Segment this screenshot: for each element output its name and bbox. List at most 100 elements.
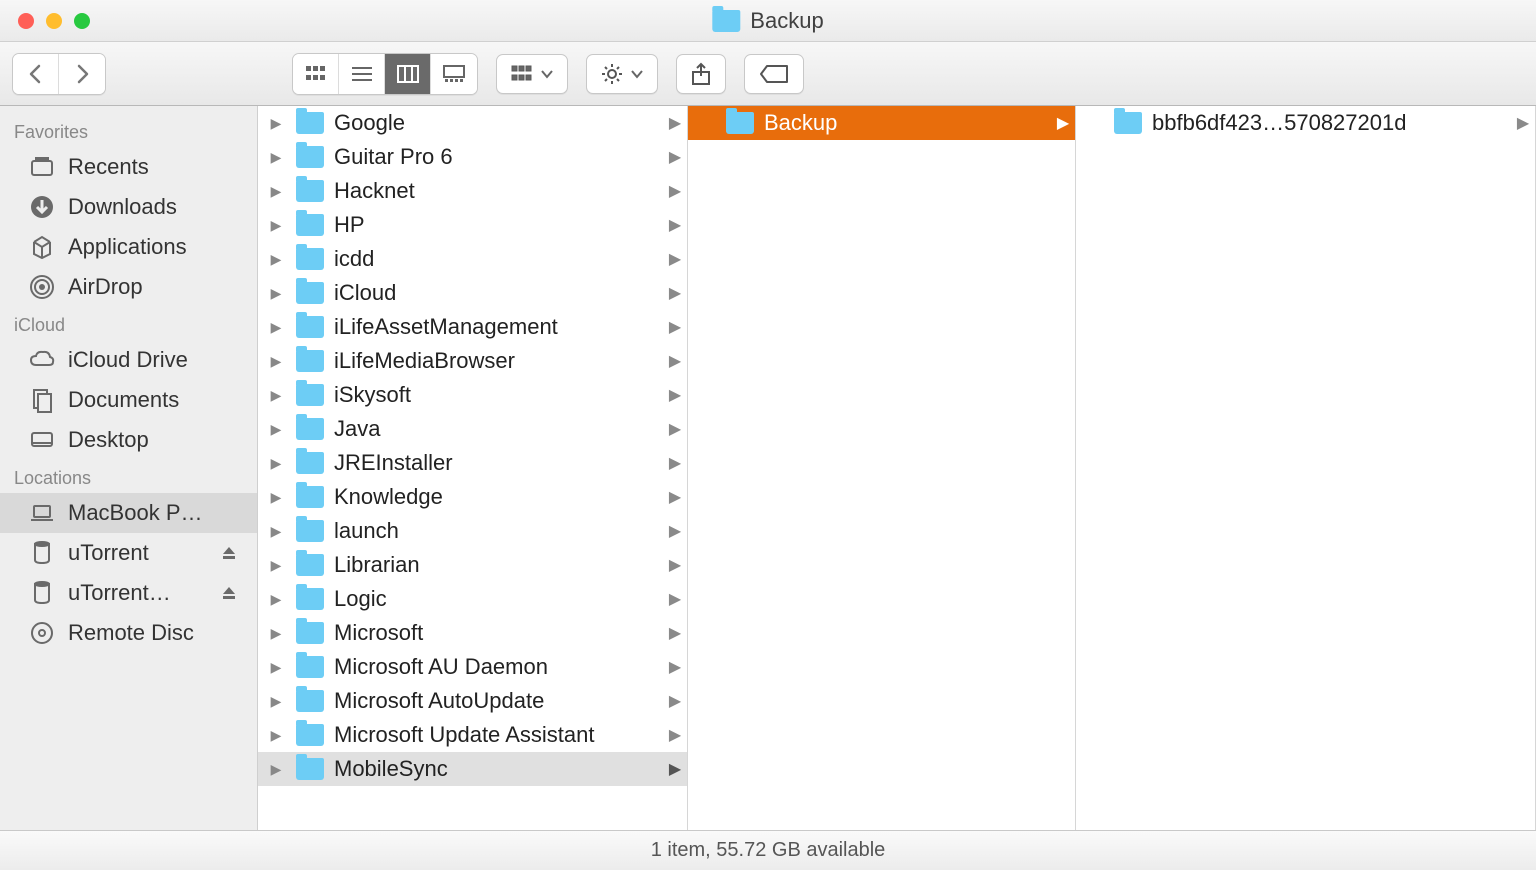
- folder-icon: [726, 112, 754, 134]
- sidebar-item-utorrent[interactable]: uTorrent: [0, 533, 257, 573]
- icon-view-button[interactable]: [293, 54, 339, 94]
- folder-icon: [1114, 112, 1142, 134]
- folder-row[interactable]: ▶Microsoft Update Assistant▶: [258, 718, 687, 752]
- folder-row[interactable]: ▶iCloud▶: [258, 276, 687, 310]
- folder-row[interactable]: ▶Microsoft AutoUpdate▶: [258, 684, 687, 718]
- folder-row[interactable]: Backup▶: [688, 106, 1075, 140]
- folder-row[interactable]: ▶iLifeMediaBrowser▶: [258, 344, 687, 378]
- expand-icon: ▶: [266, 659, 286, 676]
- sidebar-item-icloud-drive[interactable]: iCloud Drive: [0, 340, 257, 380]
- sidebar-item-label: Remote Disc: [68, 620, 194, 646]
- airdrop-icon: [28, 273, 56, 301]
- chevron-right-icon: ▶: [663, 419, 687, 439]
- close-window-button[interactable]: [18, 13, 34, 29]
- sidebar-item-macbook-p-[interactable]: MacBook P…: [0, 493, 257, 533]
- sidebar-item-recents[interactable]: Recents: [0, 147, 257, 187]
- folder-icon: [296, 214, 324, 236]
- share-button[interactable]: [676, 54, 726, 94]
- expand-icon: ▶: [266, 183, 286, 200]
- column-3[interactable]: bbfb6df423…570827201d▶: [1076, 106, 1536, 830]
- folder-row[interactable]: ▶iSkysoft▶: [258, 378, 687, 412]
- sidebar-item-label: Recents: [68, 154, 149, 180]
- folder-row[interactable]: ▶MobileSync▶: [258, 752, 687, 786]
- sidebar-item-label: MacBook P…: [68, 500, 203, 526]
- folder-label: Logic: [334, 586, 663, 612]
- folder-row[interactable]: bbfb6df423…570827201d▶: [1076, 106, 1535, 140]
- tags-button[interactable]: [744, 54, 804, 94]
- folder-label: JREInstaller: [334, 450, 663, 476]
- forward-button[interactable]: [59, 54, 105, 94]
- chevron-right-icon: ▶: [663, 759, 687, 779]
- folder-row[interactable]: ▶HP▶: [258, 208, 687, 242]
- folder-icon: [296, 282, 324, 304]
- folder-label: iCloud: [334, 280, 663, 306]
- expand-icon: ▶: [266, 727, 286, 744]
- gallery-view-button[interactable]: [431, 54, 477, 94]
- folder-label: Guitar Pro 6: [334, 144, 663, 170]
- folder-row[interactable]: ▶Librarian▶: [258, 548, 687, 582]
- group-by-button[interactable]: [496, 54, 568, 94]
- folder-label: Hacknet: [334, 178, 663, 204]
- column-1[interactable]: ▶Google▶▶Guitar Pro 6▶▶Hacknet▶▶HP▶▶icdd…: [258, 106, 688, 830]
- back-button[interactable]: [13, 54, 59, 94]
- minimize-window-button[interactable]: [46, 13, 62, 29]
- sidebar-item-label: Applications: [68, 234, 187, 260]
- folder-row[interactable]: ▶iLifeAssetManagement▶: [258, 310, 687, 344]
- tag-icon: [759, 64, 789, 84]
- sidebar-header: Locations: [0, 460, 257, 493]
- folder-label: Google: [334, 110, 663, 136]
- folder-icon: [296, 418, 324, 440]
- chevron-right-icon: ▶: [663, 657, 687, 677]
- expand-icon: ▶: [266, 625, 286, 642]
- toolbar: [0, 42, 1536, 106]
- column-2[interactable]: Backup▶: [688, 106, 1076, 830]
- folder-row[interactable]: ▶Microsoft▶: [258, 616, 687, 650]
- folder-row[interactable]: ▶Logic▶: [258, 582, 687, 616]
- chevron-down-icon: [631, 69, 643, 79]
- expand-icon: ▶: [266, 251, 286, 268]
- eject-icon[interactable]: [221, 585, 237, 601]
- expand-icon: ▶: [266, 285, 286, 302]
- status-bar: 1 item, 55.72 GB available: [0, 830, 1536, 870]
- folder-row[interactable]: ▶icdd▶: [258, 242, 687, 276]
- sidebar-item-label: Desktop: [68, 427, 149, 453]
- list-view-button[interactable]: [339, 54, 385, 94]
- folder-row[interactable]: ▶Java▶: [258, 412, 687, 446]
- folder-icon: [296, 690, 324, 712]
- column-view-button[interactable]: [385, 54, 431, 94]
- gear-icon: [601, 63, 623, 85]
- folder-row[interactable]: ▶Google▶: [258, 106, 687, 140]
- folder-row[interactable]: ▶Microsoft AU Daemon▶: [258, 650, 687, 684]
- chevron-right-icon: ▶: [663, 351, 687, 371]
- folder-label: Java: [334, 416, 663, 442]
- folder-row[interactable]: ▶Guitar Pro 6▶: [258, 140, 687, 174]
- folder-row[interactable]: ▶JREInstaller▶: [258, 446, 687, 480]
- folder-row[interactable]: ▶Knowledge▶: [258, 480, 687, 514]
- action-menu-button[interactable]: [586, 54, 658, 94]
- sidebar-item-desktop[interactable]: Desktop: [0, 420, 257, 460]
- chevron-right-icon: ▶: [663, 181, 687, 201]
- folder-icon: [296, 112, 324, 134]
- chevron-right-icon: ▶: [663, 691, 687, 711]
- folder-row[interactable]: ▶launch▶: [258, 514, 687, 548]
- sidebar-header: Favorites: [0, 114, 257, 147]
- sidebar-item-documents[interactable]: Documents: [0, 380, 257, 420]
- sidebar-item-applications[interactable]: Applications: [0, 227, 257, 267]
- sidebar-item-airdrop[interactable]: AirDrop: [0, 267, 257, 307]
- folder-row[interactable]: ▶Hacknet▶: [258, 174, 687, 208]
- sidebar-item-downloads[interactable]: Downloads: [0, 187, 257, 227]
- folder-label: bbfb6df423…570827201d: [1152, 110, 1511, 136]
- expand-icon: ▶: [266, 149, 286, 166]
- window-title: Backup: [712, 8, 823, 34]
- chevron-right-icon: ▶: [663, 283, 687, 303]
- folder-icon: [296, 656, 324, 678]
- sidebar-item-remote-disc[interactable]: Remote Disc: [0, 613, 257, 653]
- traffic-lights: [0, 13, 90, 29]
- chevron-right-icon: ▶: [663, 113, 687, 133]
- eject-icon[interactable]: [221, 545, 237, 561]
- applications-icon: [28, 233, 56, 261]
- expand-icon: ▶: [266, 557, 286, 574]
- maximize-window-button[interactable]: [74, 13, 90, 29]
- sidebar-item-utorrent-[interactable]: uTorrent…: [0, 573, 257, 613]
- disc-icon: [28, 619, 56, 647]
